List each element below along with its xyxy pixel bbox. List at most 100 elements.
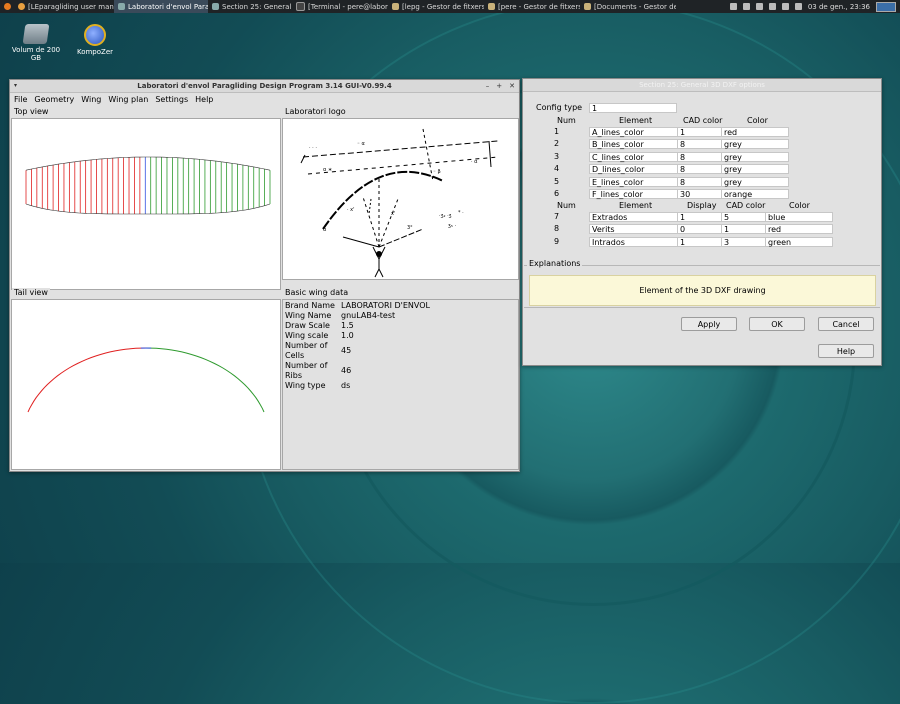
cad-color-field[interactable]: 1 [677,127,722,137]
menu-geometry[interactable]: Geometry [34,95,74,104]
taskbar-item[interactable]: [Documents - Gestor de ... [580,0,676,13]
firefox-icon [18,3,25,10]
row-num: 3 [554,151,560,161]
svg-text:· α: · α [471,159,478,165]
buttons-separator [524,307,880,308]
cancel-button[interactable]: Cancel [818,317,874,331]
row-key: Wing scale [285,331,329,340]
table-row: Brand Name LABORATORI D'ENVOL [283,301,432,311]
element-field[interactable]: Extrados [589,212,678,222]
tail-left-curve [27,347,147,413]
row-value: gnuLAB4-test [341,311,396,320]
top-view-canvas [11,118,281,290]
display-field[interactable]: 1 [677,212,722,222]
app-menu-button[interactable] [0,0,14,13]
apply-button[interactable]: Apply [681,317,737,331]
volume-icon[interactable] [768,3,776,10]
cad-color-field[interactable]: 8 [677,151,722,162]
col-header-num: Num [557,201,576,210]
menu-wing[interactable]: Wing [81,95,101,104]
laboratori-logo-image: · · · α ∗ ◦ α ◦ β · α · x' x' 3° α ·ʒ₂ ·… [300,128,499,278]
row-num: 1 [554,127,560,136]
close-icon[interactable]: ✕ [509,82,515,90]
taskbar-item[interactable]: Laboratori d'envol Parag... [114,0,208,13]
taskbar-item[interactable]: [Terminal - pere@labora... [292,0,388,13]
color-field[interactable]: grey [721,139,789,150]
network-icon[interactable] [781,3,789,10]
element-field[interactable]: C_lines_color [589,151,678,162]
element-field[interactable]: F_lines_color [589,189,678,199]
display-field[interactable]: 1 [677,236,722,247]
explanations-label: Explanations [527,259,583,269]
minimize-icon[interactable]: – [486,82,490,90]
color-field[interactable]: green [765,236,833,247]
color-field[interactable]: orange [721,189,789,199]
help-button[interactable]: Help [818,344,874,358]
tail-view-drawing [27,347,265,413]
basic-data-panel: Brand Name LABORATORI D'ENVOL Wing Name gn… [282,299,519,470]
ok-button[interactable]: OK [749,317,805,331]
cad-color-field[interactable]: 1 [721,224,766,235]
basic-data-table: Brand Name LABORATORI D'ENVOL Wing Name gn… [283,301,432,391]
taskbar-item[interactable]: [lepg - Gestor de fitxers] [388,0,484,13]
firefox-icon [4,3,11,10]
taskbar-item[interactable]: Section 25: General 3D ... [208,0,292,13]
color-field[interactable]: grey [721,176,789,187]
color-field[interactable]: red [721,127,789,137]
element-field[interactable]: E_lines_color [589,176,678,187]
window-icon [212,3,219,10]
menu-help[interactable]: Help [195,95,213,104]
color-field[interactable]: grey [721,164,789,175]
window-menu-icon[interactable]: ▾ [14,82,17,89]
desktop-icon-drive[interactable]: Volum de 200 GB [11,24,61,62]
svg-text:·ʒ₂ ·ʒ: ·ʒ₂ ·ʒ [439,213,452,219]
dialog-titlebar[interactable]: Section 25: General 3D DXF options [523,79,881,92]
table-row: Wing scale 1.0 [283,331,432,341]
config-type-label: Config type [536,103,583,112]
taskbar-item[interactable]: [pere - Gestor de fitxers] [484,0,580,13]
row-value: 45 [341,346,352,355]
workspace-switcher[interactable] [876,1,896,12]
cad-color-field[interactable]: 8 [677,176,722,187]
mail-icon[interactable] [742,3,750,10]
config-type-input[interactable]: 1 [589,103,677,113]
element-field[interactable]: D_lines_color [589,164,678,175]
element-field[interactable]: Intrados [589,236,678,247]
clock[interactable]: 03 de gen., 23:36 [808,3,870,11]
table-row: Number of Ribs 46 [283,361,432,381]
color-field[interactable]: grey [721,151,789,162]
cad-color-field[interactable]: 5 [721,212,766,222]
main-window-titlebar[interactable]: ▾ Laboratori d'envol Paragliding Design … [10,80,519,93]
svg-text:3°: 3° [407,225,413,231]
col-header-num: Num [557,116,576,125]
row-num: 4 [554,164,560,174]
color-field[interactable]: blue [765,212,833,222]
cad-color-field[interactable]: 30 [677,189,722,199]
col-header-display: Display [687,201,717,210]
color-field[interactable]: red [765,224,833,235]
cad-color-field[interactable]: 8 [677,139,722,150]
cad-color-field[interactable]: 3 [721,236,766,247]
battery-icon[interactable] [794,3,802,10]
bluetooth-icon[interactable] [755,3,763,10]
menu-settings[interactable]: Settings [155,95,188,104]
tail-view-label: Tail view [12,288,50,297]
svg-text:x': x' [391,211,395,217]
element-field[interactable]: B_lines_color [589,139,678,150]
taskbar-item[interactable]: [LEparagliding user man... [14,0,114,13]
element-field[interactable]: A_lines_color [589,127,678,137]
maximize-icon[interactable]: + [496,82,502,90]
top-view-drawing [25,156,271,215]
row-num: 5 [554,176,560,186]
cad-color-field[interactable]: 8 [677,164,722,175]
menu-wing-plan[interactable]: Wing plan [108,95,148,104]
row-key: Draw Scale [285,321,330,330]
desktop-icon-kompozer[interactable]: KompoZer [70,24,120,56]
menu-file[interactable]: File [14,95,27,104]
element-field[interactable]: Verits [589,224,678,235]
row-num: 8 [554,224,560,234]
col-header-element: Element [619,201,653,210]
table-row: Number of Cells 45 [283,341,432,361]
keyboard-icon[interactable] [729,3,737,10]
display-field[interactable]: 0 [677,224,722,235]
